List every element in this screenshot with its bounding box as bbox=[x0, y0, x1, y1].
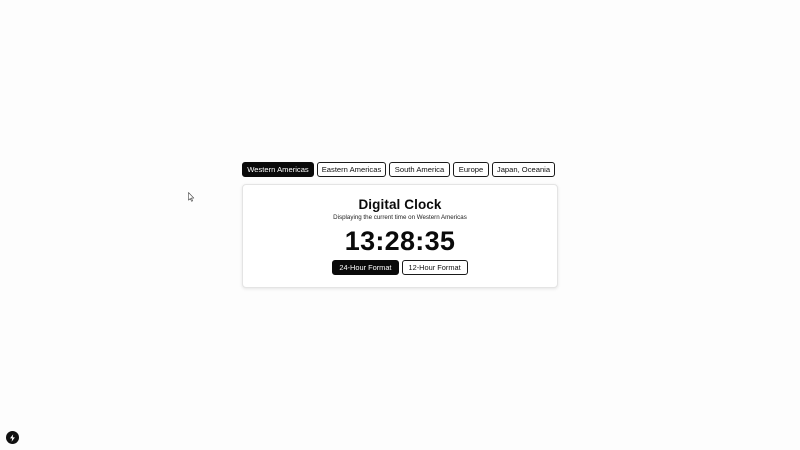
tab-japan-oceania[interactable]: Japan, Oceania bbox=[492, 162, 555, 177]
clock-subtitle: Displaying the current time on Western A… bbox=[333, 214, 467, 221]
clock-title: Digital Clock bbox=[358, 197, 442, 212]
tab-eastern-americas[interactable]: Eastern Americas bbox=[317, 162, 386, 177]
24-hour-format-button[interactable]: 24-Hour Format bbox=[332, 260, 399, 275]
tab-south-america[interactable]: South America bbox=[389, 162, 450, 177]
mouse-cursor-icon bbox=[188, 192, 195, 202]
clock-time: 13:28:35 bbox=[344, 226, 456, 256]
12-hour-format-button[interactable]: 12-Hour Format bbox=[401, 260, 468, 275]
clock-card: Digital Clock Displaying the current tim… bbox=[242, 184, 558, 288]
page: Western Americas Eastern Americas South … bbox=[0, 0, 800, 450]
format-buttons: 24-Hour Format 12-Hour Format bbox=[243, 260, 557, 275]
tab-western-americas[interactable]: Western Americas bbox=[242, 162, 314, 177]
tab-europe[interactable]: Europe bbox=[453, 162, 489, 177]
lightning-button[interactable] bbox=[6, 431, 19, 444]
lightning-icon bbox=[10, 433, 15, 442]
region-tabs: Western Americas Eastern Americas South … bbox=[242, 162, 558, 177]
